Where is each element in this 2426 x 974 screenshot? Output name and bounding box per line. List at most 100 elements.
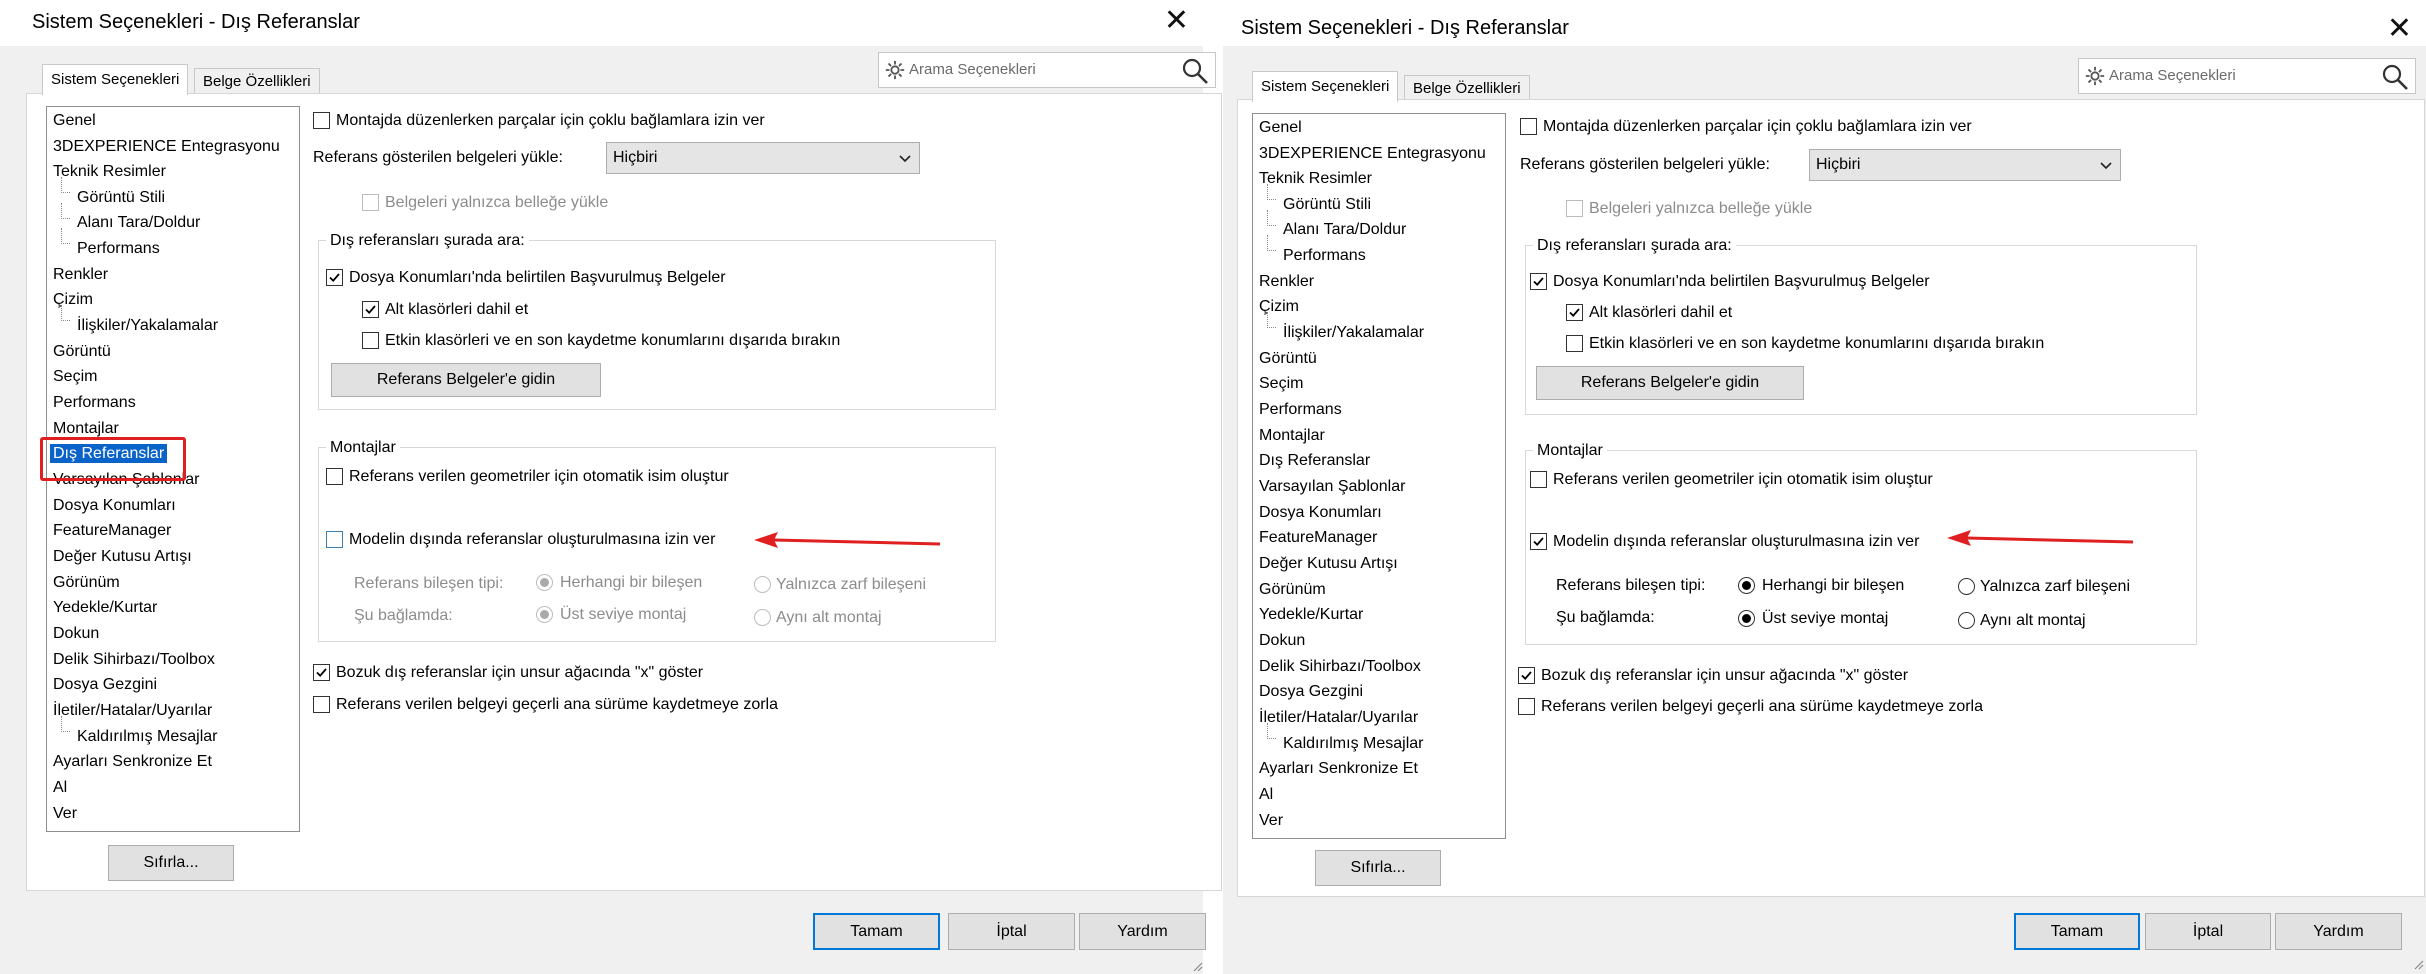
close-icon[interactable]: ✕	[2387, 12, 2412, 46]
envelope-only-radio[interactable]	[1958, 578, 1975, 595]
resize-grip-icon[interactable]	[1191, 960, 1203, 972]
tab-system-options[interactable]: Sistem Seçenekleri	[42, 64, 189, 95]
search-options-input[interactable]: Arama Seçenekleri	[2078, 58, 2416, 94]
goto-references-button[interactable]: Referans Belgeler'e gidin	[1536, 366, 1804, 400]
auto-name-checkbox[interactable]	[1530, 471, 1547, 488]
tree-item[interactable]: Kaldırılmış Mesajlar	[1283, 734, 1423, 754]
search-icon[interactable]	[1181, 57, 1209, 85]
tree-item[interactable]: Dosya Gezgini	[53, 675, 157, 695]
reset-button[interactable]: Sıfırla...	[1315, 850, 1441, 886]
tab-document-properties[interactable]: Belge Özellikleri	[194, 68, 320, 95]
allow-outside-checkbox[interactable]	[326, 531, 343, 548]
tree-item[interactable]: Çizim	[1259, 297, 1299, 317]
tree-item[interactable]: Genel	[53, 111, 96, 131]
tree-item[interactable]: FeatureManager	[1259, 528, 1377, 548]
tree-item[interactable]: İlişkiler/Yakalamalar	[77, 316, 218, 336]
tree-item[interactable]: Yedekle/Kurtar	[1259, 605, 1363, 625]
tree-item[interactable]: Görünüm	[53, 573, 120, 593]
tree-item[interactable]: Seçim	[53, 367, 97, 387]
tree-item[interactable]: Değer Kutusu Artışı	[1259, 554, 1398, 574]
tree-item[interactable]: Ver	[1259, 811, 1283, 831]
tree-item[interactable]: Seçim	[1259, 374, 1303, 394]
tree-item[interactable]: Performans	[77, 239, 160, 259]
tree-item[interactable]: Delik Sihirbazı/Toolbox	[1259, 657, 1421, 677]
cancel-button[interactable]: İptal	[948, 913, 1075, 950]
help-button[interactable]: Yardım	[1079, 913, 1206, 950]
envelope-only-radio[interactable]	[754, 576, 771, 593]
broken-x-checkbox[interactable]	[313, 664, 330, 681]
tree-item[interactable]: Performans	[53, 393, 136, 413]
tree-item[interactable]: İletiler/Hatalar/Uyarılar	[1259, 708, 1418, 728]
tree-item[interactable]: Alanı Tara/Doldur	[77, 213, 200, 233]
allow-outside-checkbox[interactable]	[1530, 533, 1547, 550]
tree-item[interactable]: 3DEXPERIENCE Entegrasyonu	[1259, 144, 1486, 164]
tree-item[interactable]: Dokun	[53, 624, 99, 644]
tree-item[interactable]: Montajlar	[53, 419, 119, 439]
tree-item[interactable]: İlişkiler/Yakalamalar	[1283, 323, 1424, 343]
top-level-radio[interactable]	[536, 606, 553, 623]
search-options-input[interactable]: Arama Seçenekleri	[878, 52, 1216, 88]
subfolders-checkbox[interactable]	[1566, 304, 1583, 321]
tab-system-options[interactable]: Sistem Seçenekleri	[1252, 71, 1399, 102]
auto-name-checkbox[interactable]	[326, 468, 343, 485]
tree-item[interactable]: Dosya Konumları	[1259, 503, 1382, 523]
subfolders-checkbox[interactable]	[362, 301, 379, 318]
force-save-checkbox[interactable]	[313, 696, 330, 713]
ok-button[interactable]: Tamam	[2014, 913, 2140, 950]
any-component-radio[interactable]	[536, 574, 553, 591]
reset-button[interactable]: Sıfırla...	[108, 845, 234, 881]
tree-item-selected[interactable]: Dış Referanslar	[1259, 451, 1370, 471]
tree-item[interactable]: Yedekle/Kurtar	[53, 598, 157, 618]
tree-item[interactable]: Dokun	[1259, 631, 1305, 651]
broken-x-checkbox[interactable]	[1518, 667, 1535, 684]
search-icon[interactable]	[2381, 63, 2409, 91]
tree-item[interactable]: Ayarları Senkronize Et	[1259, 759, 1418, 779]
tree-item[interactable]: Çizim	[53, 290, 93, 310]
tree-item[interactable]: 3DEXPERIENCE Entegrasyonu	[53, 137, 280, 157]
tree-item[interactable]: Al	[1259, 785, 1273, 805]
tree-item[interactable]: Alanı Tara/Doldur	[1283, 220, 1406, 240]
load-docs-select[interactable]: Hiçbiri	[1809, 149, 2121, 181]
same-sub-radio[interactable]	[1958, 612, 1975, 629]
tree-item[interactable]: Ayarları Senkronize Et	[53, 752, 212, 772]
file-locations-checkbox[interactable]	[326, 269, 343, 286]
tree-item[interactable]: Performans	[1259, 400, 1342, 420]
tree-item[interactable]: Kaldırılmış Mesajlar	[77, 727, 217, 747]
tree-item[interactable]: Görüntü Stili	[77, 188, 165, 208]
resize-grip-icon[interactable]	[2412, 958, 2424, 970]
tree-item[interactable]: Dosya Gezgini	[1259, 682, 1363, 702]
tree-item[interactable]: FeatureManager	[53, 521, 171, 541]
tab-document-properties[interactable]: Belge Özellikleri	[1404, 75, 1530, 102]
ok-button[interactable]: Tamam	[813, 913, 940, 950]
tree-item[interactable]: Genel	[1259, 118, 1302, 138]
tree-item[interactable]: Görüntü Stili	[1283, 195, 1371, 215]
memory-only-checkbox[interactable]	[1566, 200, 1583, 217]
tree-item[interactable]: Delik Sihirbazı/Toolbox	[53, 650, 215, 670]
same-sub-radio[interactable]	[754, 609, 771, 626]
multi-context-checkbox[interactable]	[1520, 118, 1537, 135]
tree-item[interactable]: Görüntü	[53, 342, 111, 362]
any-component-radio[interactable]	[1738, 577, 1755, 594]
tree-item[interactable]: Montajlar	[1259, 426, 1325, 446]
goto-references-button[interactable]: Referans Belgeler'e gidin	[331, 363, 601, 397]
tree-item[interactable]: Performans	[1283, 246, 1366, 266]
multi-context-checkbox[interactable]	[313, 112, 330, 129]
tree-item[interactable]: Renkler	[53, 265, 108, 285]
file-locations-checkbox[interactable]	[1530, 273, 1547, 290]
tree-item[interactable]: Al	[53, 778, 67, 798]
exclude-checkbox[interactable]	[1566, 335, 1583, 352]
tree-item[interactable]: Varsayılan Şablonlar	[1259, 477, 1405, 497]
tree-item[interactable]: Ver	[53, 804, 77, 824]
tree-item[interactable]: Görüntü	[1259, 349, 1317, 369]
tree-item[interactable]: Görünüm	[1259, 580, 1326, 600]
exclude-checkbox[interactable]	[362, 332, 379, 349]
help-button[interactable]: Yardım	[2275, 913, 2402, 950]
memory-only-checkbox[interactable]	[362, 194, 379, 211]
options-tree[interactable]: Genel 3DEXPERIENCE Entegrasyonu Teknik R…	[1252, 113, 1506, 839]
cancel-button[interactable]: İptal	[2145, 913, 2271, 950]
close-icon[interactable]: ✕	[1164, 4, 1189, 38]
tree-item[interactable]: İletiler/Hatalar/Uyarılar	[53, 701, 212, 721]
tree-item[interactable]: Değer Kutusu Artışı	[53, 547, 192, 567]
load-docs-select[interactable]: Hiçbiri	[606, 142, 920, 174]
top-level-radio[interactable]	[1738, 610, 1755, 627]
